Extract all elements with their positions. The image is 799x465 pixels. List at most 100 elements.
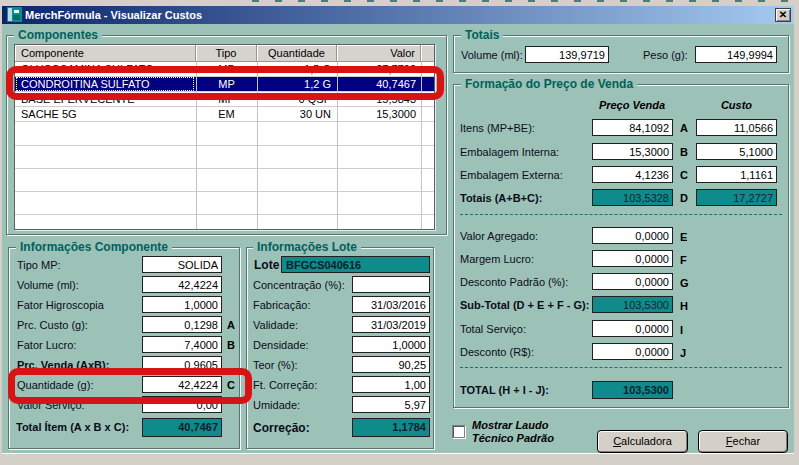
tipo-mp-label: Tipo MP: — [17, 259, 61, 271]
letter-c: C — [680, 169, 688, 181]
fabricacao-field[interactable]: 31/03/2016 — [352, 296, 430, 313]
sub-total-field: 103,5300 — [592, 296, 673, 313]
margem-lucro-field[interactable]: 0,0000 — [592, 250, 673, 267]
calculadora-button-label: Calculadora — [598, 431, 687, 447]
total-servico-field[interactable]: 0,0000 — [592, 320, 673, 337]
prc-custo-field[interactable]: 0,1298 — [142, 316, 222, 333]
cell-quantidade: 30 UN — [257, 108, 331, 120]
letter-b: B — [680, 146, 688, 158]
embalagem-externa-custo-field[interactable]: 1,1161 — [696, 166, 777, 183]
embalagem-interna-custo-field[interactable]: 5,1000 — [696, 143, 777, 160]
fator-lucro-field[interactable]: 7,4000 — [142, 336, 222, 353]
valor-agregado-field[interactable]: 0,0000 — [592, 227, 673, 244]
annotation-rect-quantidade — [8, 368, 252, 404]
itens-custo-field[interactable]: 11,0566 — [696, 119, 777, 136]
total-field: 103,5300 — [592, 381, 673, 399]
mostrar-laudo-label-line1: Mostrar Laudo — [472, 419, 548, 431]
total-servico-label: Total Serviço: — [460, 323, 526, 335]
volume-ml-field[interactable]: 42,4224 — [142, 276, 222, 293]
totais-abc-custo-field: 17,2727 — [696, 189, 777, 206]
separator-dashed — [460, 214, 782, 215]
teor-label: Teor (%): — [253, 359, 298, 371]
info-componente-group-label: Informações Componente — [16, 240, 172, 254]
letter-g: G — [680, 277, 689, 289]
concentracao-field[interactable] — [352, 276, 430, 293]
dialog-bottom-edge — [2, 453, 794, 454]
desconto-rs-label: Desconto (R$): — [460, 346, 534, 358]
fabricacao-label: Fabricação: — [253, 299, 310, 311]
totais-group-label: Totais — [461, 28, 503, 42]
densidade-label: Densidade: — [253, 339, 309, 351]
volume-label: Volume (ml): — [461, 49, 523, 61]
letter-a: A — [680, 122, 688, 134]
densidade-field[interactable]: 1,0000 — [352, 336, 430, 353]
desconto-padrao-label: Desconto Padrão (%): — [460, 276, 568, 288]
correcao-field: 1,1784 — [352, 418, 430, 437]
itens-preco-field[interactable]: 84,1092 — [592, 119, 673, 136]
col-header-extra — [421, 45, 434, 62]
separator-dashed — [460, 367, 782, 368]
background-window-edge — [252, 0, 792, 2]
volume-ml-label: Volume (ml): — [17, 279, 79, 291]
sub-total-label: Sub-Total (D + E + F - G): — [460, 299, 589, 311]
volume-field[interactable]: 139,9719 — [525, 46, 609, 63]
embalagem-externa-label: Embalagem Externa: — [460, 169, 563, 181]
table-row[interactable]: SACHE 5G EM 30 UN 15,3000 — [15, 107, 434, 122]
peso-field[interactable]: 149,9994 — [695, 46, 777, 63]
fator-lucro-label: Fator Lucro: — [17, 339, 76, 351]
validade-label: Validade: — [253, 319, 298, 331]
totais-abc-label: Totais (A+B+C): — [460, 192, 542, 204]
desconto-rs-field[interactable]: 0,0000 — [592, 343, 673, 360]
col-header-valor[interactable]: Valor — [337, 45, 421, 62]
desconto-padrao-field[interactable]: 0,0000 — [592, 273, 673, 290]
close-button[interactable]: ✕ — [775, 8, 791, 22]
letter-h: H — [680, 300, 688, 312]
letter-f: F — [680, 254, 687, 266]
teor-field[interactable]: 90,25 — [352, 356, 430, 373]
fechar-button[interactable]: Fechar — [698, 430, 788, 453]
custo-column-header: Custo — [696, 99, 777, 111]
cell-tipo: EM — [196, 108, 257, 120]
totais-abc-preco-field: 103,5328 — [592, 189, 673, 206]
embalagem-externa-preco-field[interactable]: 4,1236 — [592, 166, 673, 183]
col-header-componente[interactable]: Componente — [15, 45, 196, 62]
peso-label: Peso (g): — [643, 49, 688, 61]
componentes-group-label: Componentes — [14, 28, 102, 42]
mostrar-laudo-label-line2: Técnico Padrão — [472, 432, 554, 444]
col-header-tipo[interactable]: Tipo — [196, 45, 257, 62]
total-label: TOTAL (H + I - J): — [460, 384, 549, 396]
ft-correcao-label: Ft. Correção: — [253, 379, 317, 391]
cell-valor: 15,3000 — [337, 108, 416, 120]
window-title: MerchFórmula - Visualizar Custos — [25, 9, 202, 21]
app-icon — [7, 7, 22, 22]
annotation-rect-componente-row — [6, 66, 444, 100]
fator-higroscopia-label: Fator Higroscopia — [17, 299, 104, 311]
cell-componente: SACHE 5G — [21, 108, 77, 120]
mostrar-laudo-checkbox[interactable] — [452, 425, 465, 438]
validade-field[interactable]: 31/03/2019 — [352, 316, 430, 333]
itens-label: Itens (MP+BE): — [460, 122, 535, 134]
ft-correcao-field[interactable]: 1,00 — [352, 376, 430, 393]
total-item-label: Total Ítem (A x B x C): — [16, 421, 129, 433]
preco-venda-column-header: Preço Venda — [572, 99, 692, 111]
col-header-quantidade[interactable]: Quantidade — [257, 45, 337, 62]
embalagem-interna-label: Embalagem Interna: — [460, 146, 559, 158]
formacao-group-label: Formação do Preço de Venda — [461, 77, 637, 91]
total-item-field: 40,7467 — [142, 418, 222, 437]
prc-custo-label: Prc. Custo (g): — [17, 319, 88, 331]
umidade-label: Umidade: — [253, 399, 300, 411]
merchformula-dialog: MerchFórmula - Visualizar Custos ✕ Compo… — [0, 0, 799, 465]
info-lote-group-label: Informações Lote — [253, 240, 361, 254]
letter-b: B — [227, 339, 235, 351]
valor-agregado-label: Valor Agregado: — [460, 230, 538, 242]
fator-higroscopia-field[interactable]: 1,0000 — [142, 296, 222, 313]
tipo-mp-field[interactable]: SOLIDA — [142, 256, 222, 273]
correcao-label: Correção: — [253, 421, 310, 435]
calculadora-button[interactable]: Calculadora — [597, 430, 688, 453]
fechar-button-label: Fechar — [699, 431, 787, 447]
embalagem-interna-preco-field[interactable]: 15,3000 — [592, 143, 673, 160]
letter-d: D — [680, 192, 688, 204]
lote-label: Lote — [254, 258, 279, 272]
lote-field: BFGCS040616 — [281, 256, 430, 273]
umidade-field[interactable]: 5,97 — [352, 396, 430, 413]
